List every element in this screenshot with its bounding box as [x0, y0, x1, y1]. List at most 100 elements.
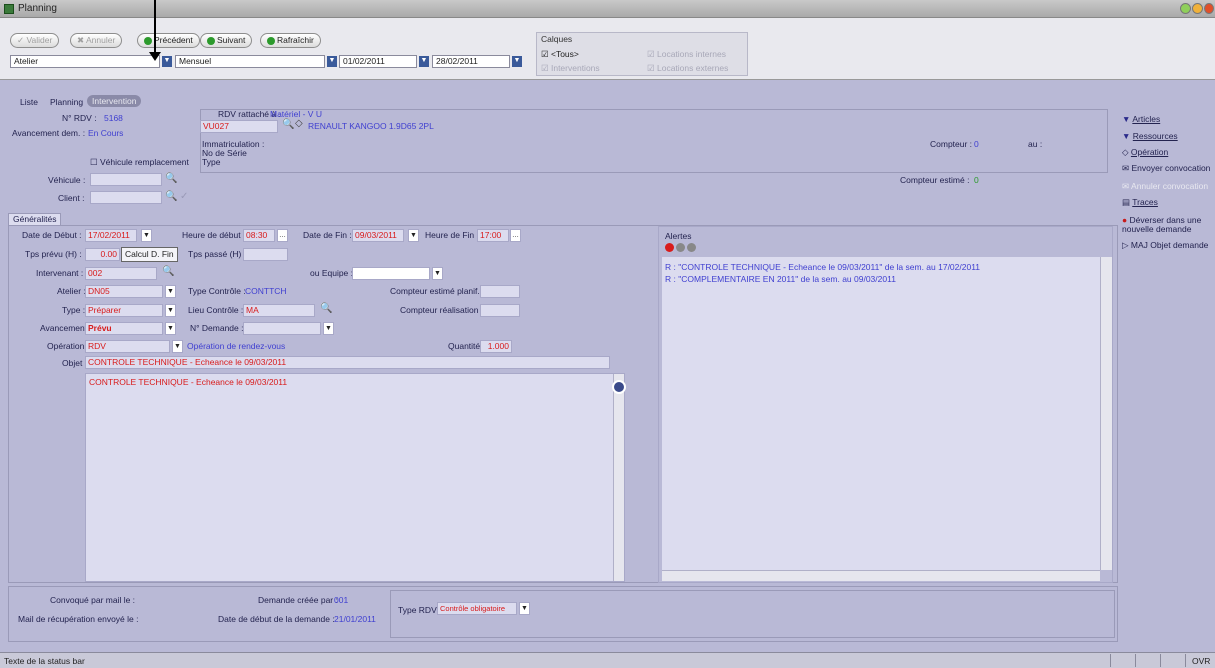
compteur-planif-input[interactable] [480, 285, 520, 298]
n-demande-input[interactable] [243, 322, 321, 335]
au-label: au : [1028, 139, 1043, 149]
close-icon[interactable] [1204, 3, 1214, 14]
deverser-link[interactable]: ● Déverser dans une nouvelle demande [1122, 216, 1212, 234]
period-dropdown-icon[interactable]: ▼ [327, 56, 337, 67]
deverser-label: Déverser dans une nouvelle demande [1122, 215, 1202, 234]
status-divider [1160, 654, 1161, 667]
atelier-select[interactable]: Atelier [10, 55, 160, 68]
compteur-realisation-input[interactable] [480, 304, 520, 317]
intervenant-search-icon[interactable]: 🔍 [162, 266, 174, 277]
maximize-icon[interactable] [1192, 3, 1203, 14]
operation-dropdown-icon[interactable]: ▼ [172, 340, 183, 353]
traces-link[interactable]: ▤ Traces [1122, 197, 1158, 208]
app-icon [4, 4, 14, 14]
creee-par-value: 001 [334, 595, 349, 605]
calques-interventions-checkbox[interactable]: ☑ Interventions [541, 63, 600, 74]
tab-planning[interactable]: Planning [50, 97, 83, 107]
heure-debut-input[interactable]: 08:30 [243, 229, 275, 242]
date-to-calendar-icon[interactable]: ▼ [512, 56, 522, 67]
date-fin-dropdown-icon[interactable]: ▼ [408, 229, 419, 242]
date-from-input[interactable]: 01/02/2011 [339, 55, 417, 68]
annuler-button[interactable]: ✖ Annuler [70, 33, 123, 48]
tab-generalites[interactable]: Généralités [8, 213, 62, 225]
refresh-icon [267, 36, 275, 45]
annuler-label: Annuler [86, 35, 116, 45]
intervenant-input[interactable]: 002 [85, 267, 157, 280]
mail-icon: ✉ [1122, 163, 1130, 173]
ressources-link[interactable]: ▼ Ressources [1122, 131, 1178, 141]
minimize-icon[interactable] [1180, 3, 1191, 14]
alert-line[interactable]: R : "CONTROLE TECHNIQUE - Echeance le 09… [665, 262, 980, 272]
tab-intervention[interactable]: Intervention [87, 95, 142, 107]
alertes-list [662, 257, 1100, 570]
rafraichir-button[interactable]: Rafraîchir [260, 33, 321, 48]
atelier-field-dropdown-icon[interactable]: ▼ [165, 285, 176, 298]
vehicle-code-input[interactable]: VU027 [200, 120, 278, 133]
type-controle-label: Type Contrôle : [188, 286, 246, 296]
calques-loc-externes-checkbox[interactable]: ☑ Locations externes [647, 63, 728, 74]
type-rdv-select[interactable]: Contrôle obligatoire [437, 602, 517, 615]
heure-fin-input[interactable]: 17:00 [477, 229, 509, 242]
tab-liste[interactable]: Liste [20, 97, 38, 107]
lieu-controle-input[interactable]: MA [243, 304, 315, 317]
valider-button[interactable]: ✓ Valider [10, 33, 60, 48]
status-divider [1110, 654, 1111, 667]
tps-prevu-input[interactable]: 0.00 [85, 248, 120, 261]
alertes-hscrollbar[interactable] [662, 570, 1100, 581]
articles-link[interactable]: ▼ Articles [1122, 114, 1160, 124]
calcul-fin-button[interactable]: Calcul D. Fin [121, 247, 178, 262]
memo-scrollbar[interactable] [613, 374, 624, 581]
type-field-dropdown-icon[interactable]: ▼ [165, 304, 176, 317]
calques-tous-checkbox[interactable]: ☑ <Tous> [541, 49, 579, 60]
next-icon [207, 36, 215, 45]
calques-loc-internes-checkbox[interactable]: ☑ Locations internes [647, 49, 726, 60]
code-search-icon[interactable]: 🔍 [282, 119, 294, 130]
client-search-icon[interactable]: 🔍 [165, 191, 177, 202]
suivant-button[interactable]: Suivant [200, 33, 253, 48]
alert-grey-icon [676, 243, 685, 252]
compteur-estime-label: Compteur estimé : [900, 175, 970, 185]
vehicule-input[interactable] [90, 173, 162, 186]
code-link-icon[interactable]: ◇ [295, 118, 303, 129]
date-from-calendar-icon[interactable]: ▼ [419, 56, 429, 67]
type-rdv-dropdown-icon[interactable]: ▼ [519, 602, 530, 615]
calques-tous-label: <Tous> [550, 49, 579, 59]
alertes-vscrollbar[interactable] [1100, 257, 1112, 570]
vehicule-search-icon[interactable]: 🔍 [165, 173, 177, 184]
type-field-label: Type : [62, 305, 86, 315]
operation-link[interactable]: ◇ Opération [1122, 147, 1168, 158]
memo-textarea[interactable]: CONTROLE TECHNIQUE - Echeance le 09/03/2… [85, 373, 625, 582]
precedent-label: Précédent [154, 35, 193, 45]
memo-edit-icon[interactable] [612, 380, 626, 394]
n-demande-dropdown-icon[interactable]: ▼ [323, 322, 334, 335]
suivant-label: Suivant [217, 35, 246, 45]
date-to-input[interactable]: 28/02/2011 [432, 55, 510, 68]
heure-debut-picker-icon[interactable]: … [277, 229, 288, 242]
operation-field[interactable]: RDV [85, 340, 170, 353]
envoyer-convocation-link[interactable]: ✉ Envoyer convocation [1122, 163, 1210, 174]
atelier-field[interactable]: DN05 [85, 285, 163, 298]
client-input[interactable] [90, 191, 162, 204]
period-select[interactable]: Mensuel [175, 55, 325, 68]
equipe-select[interactable] [352, 267, 430, 280]
objet-input[interactable]: CONTROLE TECHNIQUE - Echeance le 09/03/2… [85, 356, 610, 369]
date-debut-input[interactable]: 17/02/2011 [85, 229, 137, 242]
avancement-dropdown-icon[interactable]: ▼ [165, 322, 176, 335]
maj-objet-link[interactable]: ▷ MAJ Objet demande [1122, 240, 1208, 251]
precedent-button[interactable]: Précédent [137, 33, 200, 48]
equipe-dropdown-icon[interactable]: ▼ [432, 267, 443, 280]
alert-line[interactable]: R : "COMPLEMENTAIRE EN 2011" de la sem. … [665, 274, 896, 284]
date-debut-dropdown-icon[interactable]: ▼ [141, 229, 152, 242]
quantite-input[interactable]: 1.000 [480, 340, 512, 353]
type-field[interactable]: Préparer [85, 304, 163, 317]
alertes-title: Alertes [665, 231, 692, 241]
atelier-dropdown-icon[interactable]: ▼ [162, 56, 172, 67]
tps-passe-input[interactable] [243, 248, 288, 261]
lieu-search-icon[interactable]: 🔍 [320, 303, 332, 314]
intervenant-label: Intervenant : [36, 268, 84, 278]
annuler-convocation-link[interactable]: ✉ Annuler convocation [1122, 181, 1208, 192]
vehicule-remplacement-checkbox[interactable]: ☐ Véhicule remplacement [90, 157, 189, 168]
heure-fin-picker-icon[interactable]: … [510, 229, 521, 242]
date-fin-input[interactable]: 09/03/2011 [352, 229, 404, 242]
avancement-field[interactable]: Prévu [85, 322, 163, 335]
